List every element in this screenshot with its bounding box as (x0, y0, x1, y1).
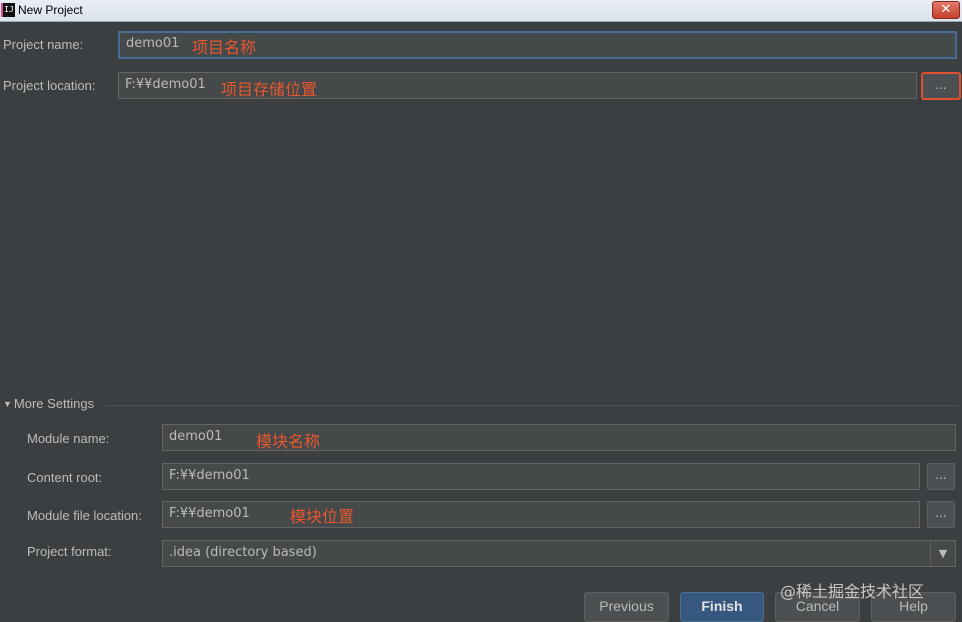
module-file-location-value: F:¥¥demo01 (169, 506, 250, 521)
module-name-label: Module name: (27, 431, 110, 446)
project-location-value: F:¥¥demo01 (125, 77, 206, 92)
project-format-label: Project format: (27, 544, 112, 559)
more-settings-label: More Settings (13, 396, 95, 411)
content-root-value: F:¥¥demo01 (169, 468, 250, 483)
project-format-select[interactable]: .idea (directory based) ▼ (162, 540, 956, 567)
module-file-location-browse-button[interactable]: ... (927, 501, 955, 528)
intellij-app-icon: IJ (1, 3, 15, 17)
content-root-input[interactable]: F:¥¥demo01 (162, 463, 920, 490)
module-file-location-annotation: 模块位置 (290, 507, 355, 526)
title-bar: IJ New Project ✕ (0, 0, 962, 22)
watermark-text: @稀土掘金技术社区 (780, 582, 925, 601)
content-root-browse-button[interactable]: ... (927, 463, 955, 490)
project-location-annotation: 项目存储位置 (221, 80, 318, 99)
content-root-label: Content root: (27, 470, 103, 485)
chevron-down-icon[interactable]: ▼ (930, 541, 955, 566)
module-file-location-input[interactable]: F:¥¥demo01 (162, 501, 920, 528)
window-title: New Project (18, 3, 83, 17)
close-button[interactable]: ✕ (932, 1, 960, 19)
collapse-triangle-icon: ▼ (3, 399, 12, 409)
project-location-browse-button[interactable]: ... (921, 72, 961, 100)
module-name-annotation: 模块名称 (256, 432, 321, 451)
more-settings-divider (106, 405, 958, 406)
previous-button[interactable]: Previous (584, 592, 669, 622)
finish-button[interactable]: Finish (680, 592, 764, 622)
project-location-label: Project location: (3, 78, 96, 93)
project-format-value: .idea (directory based) (169, 545, 317, 560)
module-file-location-label: Module file location: (27, 508, 142, 523)
more-settings-toggle[interactable]: ▼ More Settings (3, 396, 94, 411)
project-name-value: demo01 (126, 36, 180, 51)
module-name-value: demo01 (169, 429, 223, 444)
project-name-label: Project name: (3, 37, 84, 52)
project-name-annotation: 项目名称 (192, 38, 257, 57)
